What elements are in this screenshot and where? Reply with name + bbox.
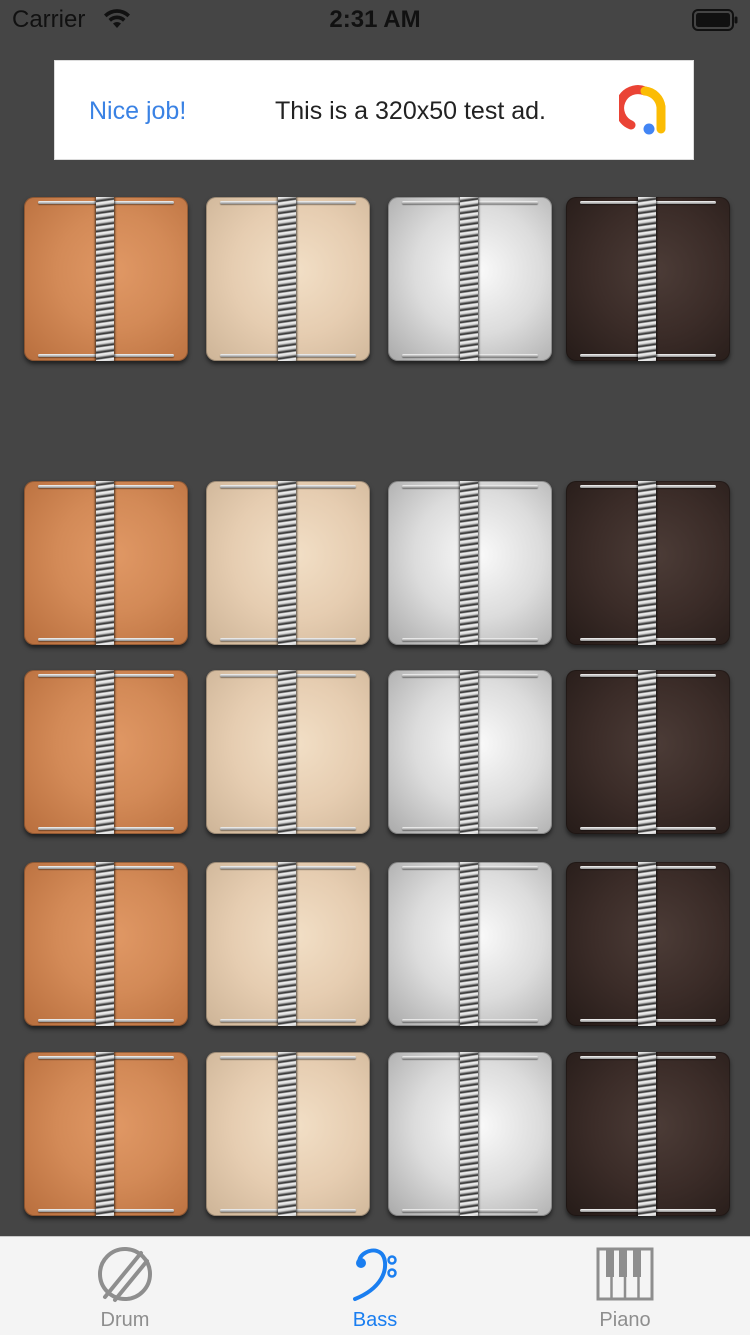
pad-spring-rod xyxy=(460,481,478,645)
pad-spring-rod xyxy=(460,862,478,1026)
pad-spring-rod xyxy=(460,197,478,361)
pad-spring-rod xyxy=(96,481,114,645)
pad-spring-rod xyxy=(96,862,114,1026)
pad-spring-rod xyxy=(460,1052,478,1216)
piano-keys-icon xyxy=(596,1247,654,1301)
status-bar: Carrier 2:31 AM xyxy=(0,0,750,40)
pad-silver[interactable] xyxy=(388,862,552,1026)
pad-orange[interactable] xyxy=(24,1052,188,1216)
pad-silver[interactable] xyxy=(388,197,552,361)
tab-piano-label: Piano xyxy=(599,1309,651,1331)
tab-bass-label: Bass xyxy=(352,1309,398,1331)
battery-icon xyxy=(692,9,738,31)
pad-orange[interactable] xyxy=(24,862,188,1026)
pad-dark[interactable] xyxy=(566,862,730,1026)
pad-beige[interactable] xyxy=(206,1052,370,1216)
tab-piano[interactable]: Piano xyxy=(500,1237,750,1335)
pad-spring-rod xyxy=(278,481,296,645)
pad-silver[interactable] xyxy=(388,1052,552,1216)
ad-headline: Nice job! xyxy=(89,97,187,125)
drum-icon xyxy=(98,1247,152,1302)
pad-dark[interactable] xyxy=(566,670,730,834)
pad-spring-rod xyxy=(96,197,114,361)
ad-choices-logo[interactable] xyxy=(619,85,671,137)
ad-text: This is a 320x50 test ad. xyxy=(275,97,546,125)
pad-spring-rod xyxy=(638,1052,656,1216)
pad-spring-rod xyxy=(278,197,296,361)
pad-spring-rod xyxy=(96,670,114,834)
pad-spring-rod xyxy=(638,197,656,361)
pad-silver[interactable] xyxy=(388,481,552,645)
pad-spring-rod xyxy=(278,670,296,834)
pad-spring-rod xyxy=(638,862,656,1026)
pad-spring-rod xyxy=(460,670,478,834)
pad-beige[interactable] xyxy=(206,197,370,361)
tab-bar: Drum Bass Piano xyxy=(0,1236,750,1335)
pad-orange[interactable] xyxy=(24,197,188,361)
tab-bass[interactable]: Bass xyxy=(250,1237,500,1335)
pad-spring-rod xyxy=(96,1052,114,1216)
pad-beige[interactable] xyxy=(206,670,370,834)
pad-beige[interactable] xyxy=(206,862,370,1026)
pad-silver[interactable] xyxy=(388,670,552,834)
bass-clef-icon xyxy=(353,1248,397,1301)
ad-banner[interactable]: Nice job! This is a 320x50 test ad. xyxy=(54,60,694,160)
pad-dark[interactable] xyxy=(566,1052,730,1216)
tab-drum[interactable]: Drum xyxy=(0,1237,250,1335)
pad-orange[interactable] xyxy=(24,481,188,645)
clock: 2:31 AM xyxy=(329,6,421,33)
pad-spring-rod xyxy=(638,670,656,834)
pad-dark[interactable] xyxy=(566,197,730,361)
pad-spring-rod xyxy=(638,481,656,645)
pad-dark[interactable] xyxy=(566,481,730,645)
pad-spring-rod xyxy=(278,1052,296,1216)
pad-beige[interactable] xyxy=(206,481,370,645)
pad-spring-rod xyxy=(278,862,296,1026)
tab-drum-label: Drum xyxy=(100,1309,150,1331)
pad-orange[interactable] xyxy=(24,670,188,834)
